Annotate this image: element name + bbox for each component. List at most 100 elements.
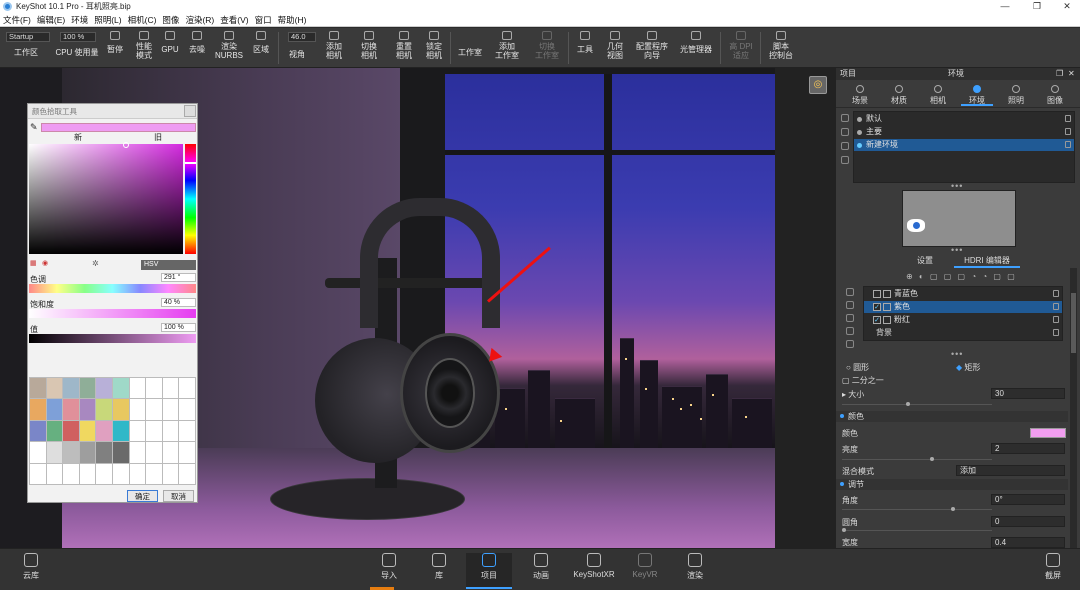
color-swatch[interactable] — [146, 463, 162, 484]
menu-view[interactable]: 查看(V) — [220, 14, 248, 26]
layer-visible-checkbox[interactable] — [873, 290, 881, 298]
shape-circle-radio[interactable]: ○ 圆形 — [846, 362, 869, 373]
ok-button[interactable]: 确定 — [127, 490, 158, 502]
color-swatch[interactable] — [96, 442, 112, 463]
color-swatch[interactable] — [162, 420, 179, 442]
saturation-input[interactable]: 40 % — [161, 298, 196, 307]
color-swatch[interactable] — [162, 463, 179, 484]
screenshot-button[interactable]: 截屏 — [1030, 553, 1076, 589]
color-swatch[interactable] — [79, 399, 96, 420]
switch-camera-button[interactable]: 切换 相机 — [354, 30, 384, 66]
color-swatch[interactable] — [63, 442, 79, 463]
list-item[interactable]: 新建环境 — [854, 139, 1074, 151]
color-cursor[interactable] — [123, 142, 129, 148]
copy-environment-icon[interactable] — [841, 142, 849, 150]
render-nurbs-button[interactable]: 渲染 NURBS — [212, 30, 246, 66]
color-swatch[interactable] — [129, 463, 146, 484]
library-button[interactable]: 库 — [416, 553, 462, 589]
workspace-preset-select[interactable]: Startup — [6, 32, 50, 42]
menu-environment[interactable]: 环境 — [71, 14, 88, 26]
tab-material[interactable]: 材质 — [883, 84, 915, 106]
color-swatch[interactable] — [96, 378, 112, 399]
reset-camera-button[interactable]: 重置 相机 — [390, 30, 418, 66]
hue-slider[interactable] — [29, 284, 196, 293]
blend-mode-select[interactable]: 添加 — [956, 465, 1065, 476]
color-swatch[interactable] — [179, 420, 195, 442]
round-slider-knob[interactable] — [842, 528, 846, 532]
color-swatch[interactable] — [63, 463, 79, 484]
color-swatch[interactable] — [113, 442, 129, 463]
color-swatch[interactable] — [146, 420, 162, 442]
tools-button[interactable]: 工具 — [572, 30, 598, 66]
color-swatch[interactable] — [162, 442, 179, 463]
color-swatch[interactable] — [162, 378, 179, 399]
panel-scrollbar[interactable] — [1070, 268, 1077, 548]
brightness-slider-knob[interactable] — [930, 457, 934, 461]
tab-camera[interactable]: 相机 — [922, 84, 954, 106]
color-swatch[interactable] — [179, 442, 195, 463]
menu-file[interactable]: 文件(F) — [3, 14, 31, 26]
close-button[interactable]: ✕ — [1052, 0, 1080, 13]
color-swatch[interactable] — [179, 378, 195, 399]
color-swatch[interactable] — [63, 420, 79, 442]
palette-icon[interactable]: ▦ — [30, 259, 37, 267]
lock-icon[interactable] — [1065, 141, 1071, 148]
angle-slider-knob[interactable] — [951, 507, 955, 511]
resize-handle[interactable]: ••• — [951, 349, 963, 359]
color-swatch[interactable] — [79, 442, 96, 463]
menu-window[interactable]: 窗口 — [255, 14, 272, 26]
value-slider[interactable] — [29, 334, 196, 343]
menu-edit[interactable]: 编辑(E) — [37, 14, 65, 26]
size-input[interactable]: 30 — [991, 388, 1065, 399]
width-input[interactable]: 0.4 — [991, 537, 1065, 548]
adjust-section-header[interactable]: 调节 — [836, 479, 1068, 490]
lock-icon[interactable] — [1065, 128, 1071, 135]
color-swatch[interactable] — [146, 378, 162, 399]
color-swatch[interactable] — [113, 378, 129, 399]
light-manager-button[interactable]: 光管理器 — [676, 30, 716, 66]
list-item[interactable]: 默认 — [854, 113, 1074, 125]
tab-image[interactable]: 图像 — [1039, 84, 1071, 106]
geometry-view-button[interactable]: 几何 视图 — [602, 30, 628, 66]
eyedropper-icon[interactable]: ✎ — [30, 122, 39, 132]
viewport-overlay-toggle-icon[interactable]: ◎ — [809, 76, 827, 94]
color-mode-select[interactable]: HSV — [141, 260, 196, 270]
color-swatch[interactable] — [162, 399, 179, 420]
list-item[interactable]: ✓ 粉红 — [864, 314, 1062, 326]
saturation-slider[interactable] — [29, 309, 196, 318]
hdri-preview[interactable] — [902, 190, 1016, 247]
cloud-library-button[interactable]: 云库 — [8, 553, 54, 589]
move-down-icon[interactable] — [846, 314, 854, 322]
tab-hdri-editor[interactable]: HDRI 编辑器 — [954, 254, 1020, 268]
keyshotxr-button[interactable]: KeyShotXR — [568, 553, 620, 589]
color-swatch[interactable] — [129, 442, 146, 463]
color-swatch[interactable] — [79, 378, 96, 399]
add-studio-button[interactable]: 添加 工作室 — [490, 30, 524, 66]
color-swatch[interactable] — [63, 378, 79, 399]
color-swatch[interactable] — [96, 420, 112, 442]
cancel-button[interactable]: 取消 — [163, 490, 194, 502]
high-dpi-button[interactable]: 高 DPI 适应 — [726, 30, 756, 66]
shape-rect-radio[interactable]: ◆ 矩形 — [956, 362, 980, 373]
color-swatch[interactable] — [96, 463, 112, 484]
float-panel-icon[interactable]: ❐ — [1056, 68, 1063, 80]
value-input[interactable]: 100 % — [161, 323, 196, 332]
size-slider[interactable] — [842, 404, 992, 405]
color-swatch[interactable] — [46, 399, 63, 420]
add-environment-icon[interactable] — [841, 114, 849, 122]
lock-icon[interactable] — [1053, 303, 1059, 310]
render-button[interactable]: 渲染 — [672, 553, 718, 589]
color-picker-close-button[interactable] — [184, 105, 196, 117]
close-panel-icon[interactable]: ✕ — [1068, 68, 1075, 80]
hue-input[interactable]: 291 ° — [161, 273, 196, 282]
color-swatch[interactable] — [129, 399, 146, 420]
script-console-button[interactable]: 脚本 控制台 — [764, 30, 798, 66]
delete-pin-icon[interactable] — [846, 288, 854, 296]
layer-visible-checkbox[interactable]: ✓ — [873, 303, 881, 311]
color-swatch[interactable] — [30, 420, 46, 442]
switch-studio-button[interactable]: 切换 工作室 — [530, 30, 564, 66]
round-slider[interactable] — [842, 530, 992, 531]
menu-lighting[interactable]: 照明(L) — [94, 14, 121, 26]
configurator-wizard-button[interactable]: 配置程序 向导 — [632, 30, 672, 66]
keyvr-button[interactable]: KeyVR — [622, 553, 668, 589]
